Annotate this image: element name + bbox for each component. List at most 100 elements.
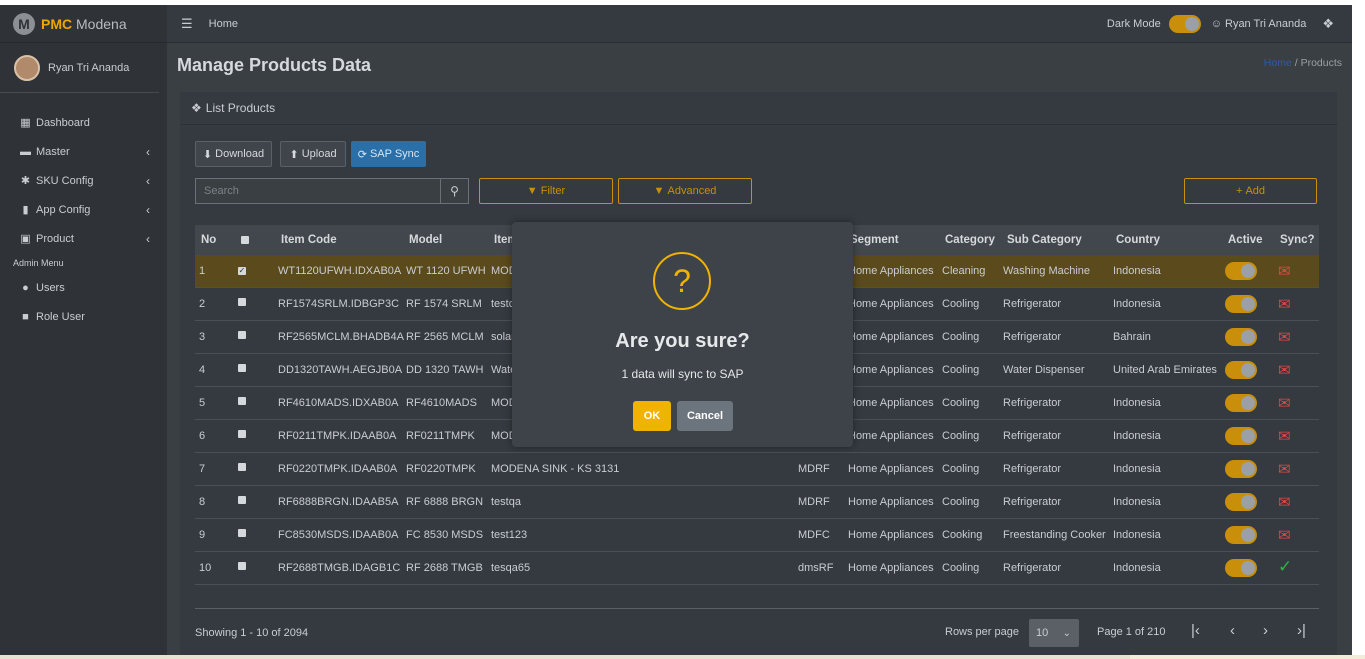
sync-failed-icon[interactable]: ✉: [1278, 493, 1291, 511]
vertical-scrollbar[interactable]: [1352, 5, 1365, 655]
add-button[interactable]: + Add: [1184, 178, 1317, 204]
dialog-message: 1 data will sync to SAP: [621, 367, 744, 381]
upload-icon: ⬆: [289, 148, 302, 161]
confirm-dialog: ? Are you sure? 1 data will sync to SAP …: [512, 222, 853, 447]
row-checkbox[interactable]: [238, 528, 246, 540]
table-row[interactable]: 8 RF6888BRGN.IDAAB5A RF 6888 BRGN testqa MDR…: [195, 486, 1319, 519]
chevron-left-icon: ‹: [146, 202, 150, 217]
sidebar-item-master[interactable]: ▬ Master ‹: [0, 137, 167, 166]
sync-failed-icon[interactable]: ✉: [1278, 394, 1291, 412]
sync-failed-icon[interactable]: ✉: [1278, 526, 1291, 544]
cell-model: DD 1320 TAWH: [406, 364, 484, 376]
active-toggle[interactable]: [1225, 262, 1257, 283]
download-button[interactable]: ⬇ Download: [195, 141, 272, 167]
checkbox-box: [238, 397, 246, 405]
col-sync[interactable]: Sync?: [1280, 234, 1315, 246]
prev-page-icon[interactable]: ‹: [1230, 622, 1235, 639]
sidebar-item-users[interactable]: ● Users: [0, 273, 167, 302]
col-no[interactable]: No: [201, 234, 216, 246]
page-info: Page 1 of 210: [1097, 626, 1166, 638]
sidebar-item-role-user[interactable]: ■ Role User: [0, 302, 167, 331]
table-row[interactable]: 7 RF0220TMPK.IDAAB0A RF0220TMPK MODENA SINK…: [195, 453, 1319, 486]
horizontal-scrollbar[interactable]: [0, 655, 1365, 659]
toggle-track: [1225, 559, 1257, 577]
sap-sync-button[interactable]: ⟳ SAP Sync: [351, 141, 426, 167]
cell-code: RF0211TMPK.IDAAB0A: [278, 430, 397, 442]
row-checkbox[interactable]: [238, 462, 246, 474]
breadcrumb-home[interactable]: Home: [1264, 57, 1292, 69]
scrollbar-thumb[interactable]: [0, 655, 1130, 659]
filter-button[interactable]: ▼ Filter: [479, 178, 613, 204]
brand-name: Modena: [76, 15, 127, 32]
toggle-knob: [1184, 17, 1199, 31]
top-user-menu[interactable]: ☺ Ryan Tri Ananda: [1211, 18, 1307, 30]
sidebar-item-app-config[interactable]: ▮ App Config ‹: [0, 195, 167, 224]
row-checkbox[interactable]: [238, 561, 246, 573]
top-home-link[interactable]: Home: [209, 18, 238, 30]
cell-country: Bahrain: [1113, 331, 1151, 343]
sidebar-item-dashboard[interactable]: ▦ Dashboard: [0, 108, 167, 137]
sync-failed-icon[interactable]: ✉: [1278, 361, 1291, 379]
sync-failed-icon[interactable]: ✉: [1278, 427, 1291, 445]
search-input[interactable]: [196, 185, 441, 197]
sync-failed-icon[interactable]: ✉: [1278, 328, 1291, 346]
row-checkbox[interactable]: [238, 297, 246, 309]
col-country[interactable]: Country: [1116, 234, 1160, 246]
active-toggle[interactable]: [1225, 328, 1257, 349]
col-sub-category[interactable]: Sub Category: [1007, 234, 1082, 246]
cell-code: WT1120UFWH.IDXAB0A: [278, 265, 402, 277]
user-panel[interactable]: Ryan Tri Ananda: [0, 43, 159, 93]
cell-model: RF 2565 MCLM: [406, 331, 484, 343]
toggle-track: [1225, 427, 1257, 445]
sync-failed-icon[interactable]: ✉: [1278, 295, 1291, 313]
upload-button[interactable]: ⬆ Upload: [280, 141, 346, 167]
row-checkbox[interactable]: [238, 363, 246, 375]
col-item-code[interactable]: Item Code: [281, 234, 337, 246]
briefcase-icon: ▣: [20, 233, 31, 245]
dark-mode-toggle[interactable]: [1168, 15, 1201, 33]
col-segment[interactable]: Segment: [850, 234, 899, 246]
users-icon: ●: [22, 281, 29, 294]
active-toggle[interactable]: [1225, 526, 1257, 547]
row-checkbox[interactable]: [238, 495, 246, 507]
next-page-icon[interactable]: ›: [1263, 622, 1268, 639]
row-checkbox[interactable]: [238, 396, 246, 408]
table-row[interactable]: 9 FC8530MSDS.IDAAB0A FC 8530 MSDS test123 MD…: [195, 519, 1319, 552]
hamburger-icon[interactable]: ☰: [181, 16, 193, 32]
active-toggle[interactable]: [1225, 559, 1257, 580]
row-checkbox[interactable]: [238, 429, 246, 441]
toggle-knob: [1241, 363, 1255, 377]
active-toggle[interactable]: [1225, 460, 1257, 481]
col-model[interactable]: Model: [409, 234, 442, 246]
col-category[interactable]: Category: [945, 234, 995, 246]
sync-failed-icon[interactable]: ✉: [1278, 262, 1291, 280]
row-checkbox[interactable]: [238, 330, 246, 342]
checkbox-box: [238, 529, 246, 537]
advanced-filter-button[interactable]: ▼ Advanced: [618, 178, 752, 204]
active-toggle[interactable]: [1225, 361, 1257, 382]
cell-segment: Home Appliances: [848, 265, 934, 277]
first-page-icon[interactable]: |‹: [1191, 622, 1200, 639]
sync-failed-icon[interactable]: ✉: [1278, 460, 1291, 478]
active-toggle[interactable]: [1225, 295, 1257, 316]
col-active[interactable]: Active: [1228, 234, 1263, 246]
sync-success-icon[interactable]: ✓: [1278, 557, 1292, 577]
search-icon[interactable]: ⚲: [440, 179, 468, 203]
row-checkbox[interactable]: ✓: [238, 264, 246, 276]
last-page-icon[interactable]: ›|: [1297, 622, 1306, 639]
ok-button[interactable]: OK: [633, 401, 671, 431]
active-toggle[interactable]: [1225, 394, 1257, 415]
cancel-button[interactable]: Cancel: [677, 401, 733, 431]
cell-code: RF4610MADS.IDXAB0A: [278, 397, 399, 409]
active-toggle[interactable]: [1225, 427, 1257, 448]
fullscreen-icon[interactable]: ❖: [1322, 16, 1334, 32]
sidebar-item-sku-config[interactable]: ✱ SKU Config ‹: [0, 166, 167, 195]
cell-country: Indonesia: [1113, 562, 1161, 574]
brand[interactable]: M PMC Modena: [0, 5, 167, 43]
checkbox-box: [238, 298, 246, 306]
select-all-checkbox[interactable]: [241, 235, 249, 247]
active-toggle[interactable]: [1225, 493, 1257, 514]
rows-per-page-select[interactable]: 10 ⌄: [1029, 619, 1079, 647]
table-row[interactable]: 10 RF2688TMGB.IDAGB1C RF 2688 TMGB tesqa65 d…: [195, 552, 1319, 585]
sidebar-item-product[interactable]: ▣ Product ‹: [0, 224, 167, 253]
